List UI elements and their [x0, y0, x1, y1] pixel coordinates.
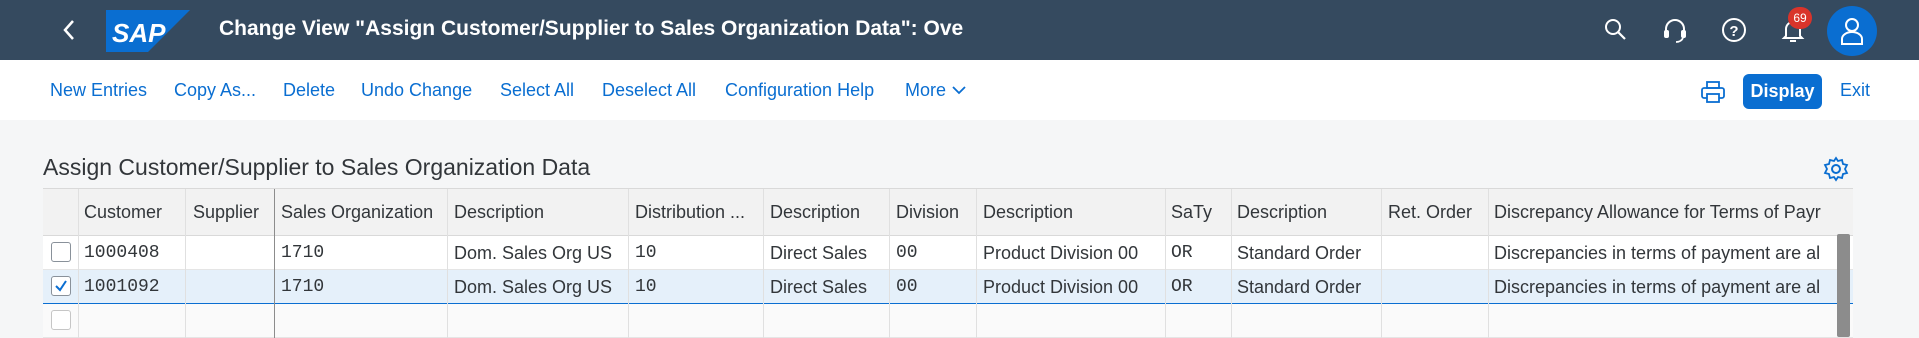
- column-header-division[interactable]: Division: [896, 202, 976, 223]
- page-title: Change View "Assign Customer/Supplier to…: [219, 17, 964, 40]
- cell-sales-organization[interactable]: 1710: [281, 277, 441, 297]
- column-header-ret-order[interactable]: Ret. Order: [1388, 202, 1488, 223]
- undo-change-button[interactable]: Undo Change: [361, 80, 472, 101]
- cell-description: Direct Sales: [770, 277, 868, 297]
- copy-as-button[interactable]: Copy As...: [174, 80, 256, 101]
- column-header-description[interactable]: Description: [983, 202, 1163, 223]
- cell-discrepancy-allowance[interactable]: Discrepancies in terms of payment are al: [1494, 277, 1832, 298]
- column-divider: [1381, 189, 1382, 338]
- column-divider: [78, 189, 79, 338]
- user-icon: [1841, 18, 1863, 45]
- column-divider: [1165, 189, 1166, 338]
- table-row[interactable]: 1001092 1710 Dom. Sales Org US 10 Direct…: [43, 270, 1853, 304]
- checkmark-icon: [55, 280, 67, 292]
- exit-button[interactable]: Exit: [1840, 80, 1870, 101]
- column-divider: [274, 189, 275, 338]
- cell-distribution-channel[interactable]: 10: [635, 243, 760, 263]
- cell-description: Product Division 00: [983, 277, 1139, 297]
- table-row-empty[interactable]: [43, 304, 1853, 338]
- cell-description: Direct Sales: [770, 243, 868, 263]
- deselect-all-button[interactable]: Deselect All: [602, 80, 696, 101]
- new-entries-button[interactable]: New Entries: [50, 80, 147, 101]
- cell-description: Dom. Sales Org US: [454, 277, 613, 297]
- cell-saty[interactable]: OR: [1171, 243, 1231, 263]
- cell-description: Standard Order: [1237, 277, 1362, 297]
- cell-sales-organization[interactable]: 1710: [281, 243, 441, 263]
- column-header-saty[interactable]: SaTy: [1171, 202, 1231, 223]
- column-header-supplier[interactable]: Supplier: [193, 202, 263, 223]
- data-table: Customer Supplier Sales Organization Des…: [43, 188, 1853, 338]
- column-divider: [628, 189, 629, 338]
- help-icon[interactable]: ?: [1720, 16, 1748, 44]
- select-all-button[interactable]: Select All: [500, 80, 574, 101]
- back-icon[interactable]: [58, 18, 82, 42]
- column-divider: [976, 189, 977, 338]
- column-divider: [1488, 189, 1489, 338]
- gear-icon[interactable]: [1823, 156, 1849, 182]
- configuration-help-button[interactable]: Configuration Help: [725, 80, 874, 101]
- column-divider: [889, 189, 890, 338]
- row-select-checkbox[interactable]: [51, 310, 71, 330]
- column-header-discrepancy-allowance[interactable]: Discrepancy Allowance for Terms of Payr: [1494, 202, 1834, 223]
- cell-description: Standard Order: [1237, 243, 1362, 263]
- more-button[interactable]: More: [905, 80, 967, 101]
- row-select-checkbox[interactable]: [51, 242, 71, 262]
- column-header-sales-organization[interactable]: Sales Organization: [281, 202, 451, 223]
- cell-customer[interactable]: 1000408: [84, 243, 184, 263]
- column-header-customer[interactable]: Customer: [84, 202, 184, 223]
- column-divider: [185, 189, 186, 338]
- search-icon[interactable]: [1602, 16, 1630, 44]
- cell-description: Dom. Sales Org US: [454, 243, 613, 263]
- section-title: Assign Customer/Supplier to Sales Organi…: [43, 154, 591, 180]
- more-label: More: [905, 80, 947, 100]
- table-row[interactable]: 1000408 1710 Dom. Sales Org US 10 Direct…: [43, 236, 1853, 270]
- cell-division[interactable]: 00: [896, 277, 976, 297]
- column-header-description[interactable]: Description: [1237, 202, 1377, 223]
- shell-bar: SAP Change View "Assign Customer/Supplie…: [0, 0, 1919, 60]
- vertical-scrollbar[interactable]: [1837, 234, 1850, 337]
- notification-badge: 69: [1788, 7, 1812, 29]
- row-select-checkbox[interactable]: [51, 276, 71, 296]
- print-icon[interactable]: [1700, 80, 1726, 104]
- cell-customer[interactable]: 1001092: [84, 277, 184, 297]
- table-header: Customer Supplier Sales Organization Des…: [43, 189, 1853, 236]
- column-divider: [447, 189, 448, 338]
- headset-icon[interactable]: [1661, 16, 1689, 44]
- cell-division[interactable]: 00: [896, 243, 976, 263]
- column-header-description[interactable]: Description: [770, 202, 890, 223]
- delete-button[interactable]: Delete: [283, 80, 335, 101]
- cell-discrepancy-allowance[interactable]: Discrepancies in terms of payment are al: [1494, 243, 1832, 264]
- cell-distribution-channel[interactable]: 10: [635, 277, 760, 297]
- column-header-distribution-channel[interactable]: Distribution ...: [635, 202, 760, 223]
- svg-text:?: ?: [1729, 23, 1738, 40]
- svg-text:SAP: SAP: [112, 18, 166, 48]
- column-divider: [1231, 189, 1232, 338]
- display-button[interactable]: Display: [1743, 74, 1822, 109]
- cell-saty[interactable]: OR: [1171, 277, 1231, 297]
- column-divider: [763, 189, 764, 338]
- column-header-description[interactable]: Description: [454, 202, 624, 223]
- avatar[interactable]: [1827, 6, 1877, 56]
- sap-logo: SAP: [106, 10, 190, 52]
- cell-description: Product Division 00: [983, 243, 1139, 263]
- chevron-down-icon: [952, 86, 966, 95]
